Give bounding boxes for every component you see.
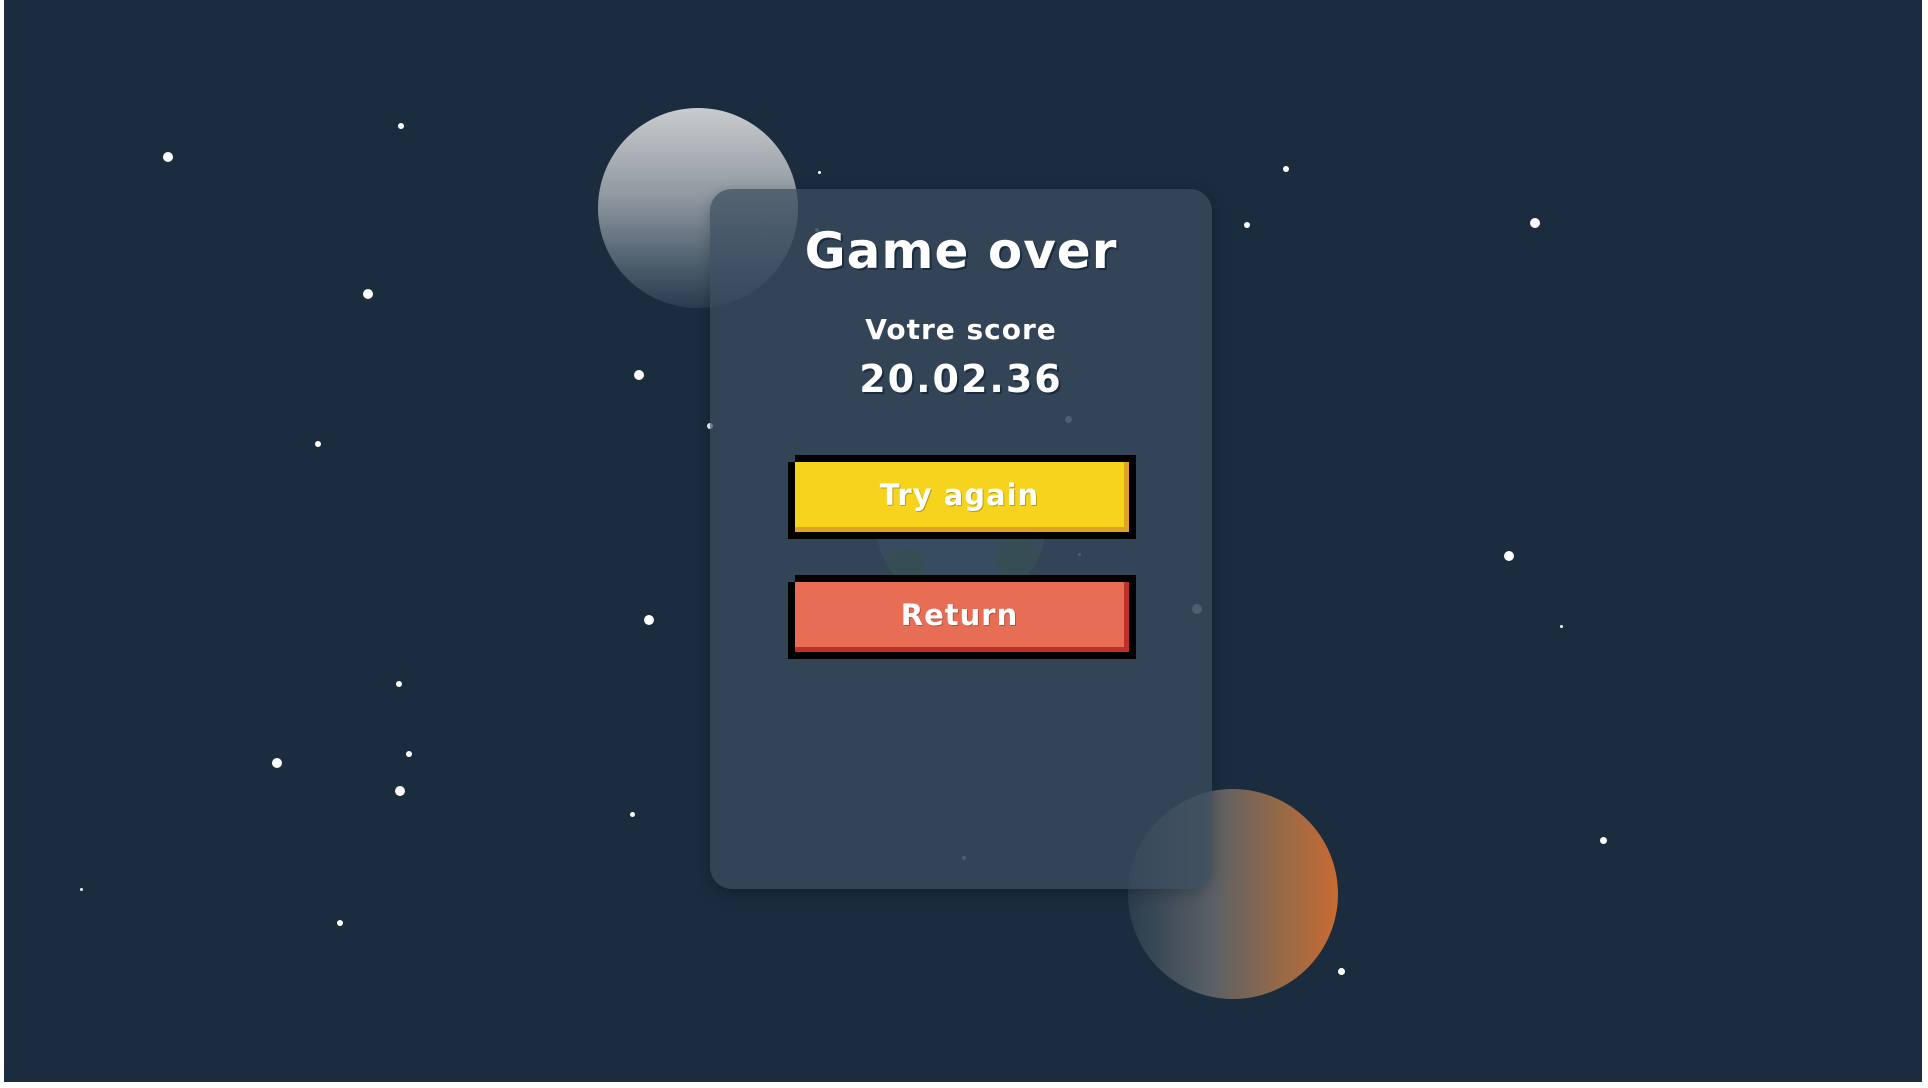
game-over-panel	[710, 189, 1212, 889]
star	[1560, 625, 1563, 628]
star	[634, 370, 644, 380]
try-again-button[interactable]: Try again	[795, 462, 1129, 532]
star	[406, 751, 412, 757]
star	[337, 920, 343, 926]
score-label: Votre score	[865, 313, 1057, 346]
star	[398, 123, 404, 129]
game-over-title: Game over	[804, 222, 1118, 280]
star	[80, 888, 83, 891]
star	[1244, 222, 1250, 228]
star	[644, 615, 654, 625]
star	[1530, 218, 1540, 228]
star	[163, 152, 173, 162]
star	[1283, 166, 1289, 172]
star	[1504, 551, 1514, 561]
star	[630, 812, 635, 817]
star	[1600, 837, 1607, 844]
star	[395, 786, 405, 796]
star	[396, 681, 402, 687]
star	[1338, 968, 1345, 975]
star	[363, 289, 373, 299]
return-button[interactable]: Return	[795, 582, 1129, 652]
score-value: 20.02.36	[859, 357, 1063, 401]
star	[818, 171, 821, 174]
star	[315, 441, 321, 447]
star	[272, 758, 282, 768]
